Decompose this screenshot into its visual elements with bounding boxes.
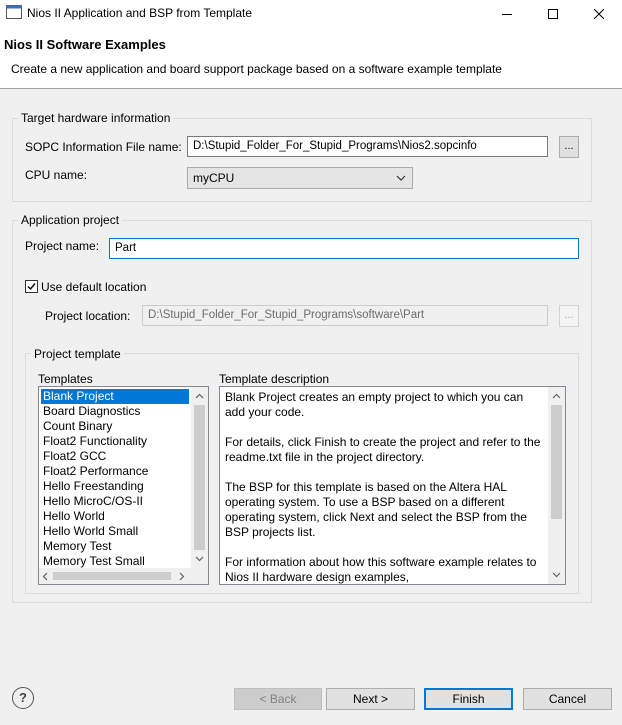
description-line: readme.txt file in the project directory… — [225, 450, 425, 464]
template-list-item[interactable]: Hello MicroC/OS-II — [41, 494, 189, 509]
project-location-input[interactable]: D:\Stupid_Folder_For_Stupid_Programs\sof… — [142, 305, 548, 326]
minimize-icon — [502, 13, 512, 15]
description-line: BSP projects list. — [225, 525, 316, 539]
template-list-item[interactable]: Memory Test Small — [41, 554, 189, 569]
description-line: For details, click Finish to create the … — [225, 435, 541, 449]
description-line: operating system. To use a BSP based on … — [225, 495, 505, 509]
description-line: For information about how this software … — [225, 555, 537, 569]
finish-button[interactable]: Finish — [424, 688, 513, 710]
description-line: Nios II hardware design examples, — [225, 570, 410, 584]
description-vertical-scrollbar[interactable] — [548, 387, 565, 584]
scroll-up-icon[interactable] — [552, 393, 561, 399]
template-list-item[interactable]: Memory Test — [41, 539, 189, 554]
project-template-group-label: Project template — [31, 347, 124, 361]
description-line: operating system, click Next and select … — [225, 510, 527, 524]
app-window-icon — [6, 5, 22, 19]
template-list-item[interactable]: Hello Freestanding — [41, 479, 189, 494]
template-list-item[interactable]: Float2 Functionality — [41, 434, 189, 449]
header-banner: Nios II Software Examples Create a new a… — [0, 27, 622, 89]
templates-label: Templates — [38, 372, 93, 386]
project-location-label: Project location: — [45, 309, 131, 323]
project-name-input[interactable]: Part — [109, 238, 579, 259]
template-list-item[interactable]: Blank Project — [41, 389, 189, 404]
close-icon — [594, 8, 604, 19]
scroll-down-icon[interactable] — [195, 556, 204, 562]
cancel-button[interactable]: Cancel — [523, 688, 612, 710]
window-title: Nios II Application and BSP from Templat… — [27, 6, 253, 20]
back-button[interactable]: < Back — [234, 688, 322, 710]
chevron-down-icon — [396, 175, 406, 181]
use-default-location-checkbox[interactable] — [25, 280, 38, 293]
template-list-item[interactable]: Hello World Small — [41, 524, 189, 539]
templates-vertical-scrollbar[interactable] — [191, 387, 208, 568]
scroll-left-icon[interactable] — [42, 572, 48, 581]
sopc-file-input[interactable]: D:\Stupid_Folder_For_Stupid_Programs\Nio… — [187, 136, 548, 157]
maximize-button[interactable] — [530, 0, 576, 27]
cpu-name-value: myCPU — [193, 171, 235, 185]
checkmark-icon — [27, 283, 36, 291]
sopc-browse-button[interactable]: ... — [559, 136, 579, 158]
template-list-item[interactable]: Board Diagnostics — [41, 404, 189, 419]
description-line: add your code. — [225, 405, 305, 419]
minimize-button[interactable] — [484, 0, 530, 27]
templates-list[interactable]: Blank Project Board Diagnostics Count Bina… — [38, 386, 209, 585]
application-project-group-label: Application project — [18, 213, 123, 227]
template-list-item[interactable]: Count Binary — [41, 419, 189, 434]
close-button[interactable] — [576, 0, 622, 27]
location-browse-button[interactable]: ... — [559, 305, 579, 327]
template-list-item[interactable]: Float2 Performance — [41, 464, 189, 479]
description-line: The BSP for this template is based on th… — [225, 480, 507, 494]
next-button[interactable]: Next > — [326, 688, 415, 710]
help-icon[interactable]: ? — [12, 687, 34, 709]
maximize-icon — [548, 8, 558, 19]
sopc-file-label: SOPC Information File name: — [25, 140, 182, 154]
scroll-up-icon[interactable] — [195, 393, 204, 399]
template-list-item[interactable]: Float2 GCC — [41, 449, 189, 464]
title-bar: Nios II Application and BSP from Templat… — [0, 0, 622, 27]
templates-scroll-thumb[interactable] — [194, 405, 205, 550]
scroll-corner — [191, 568, 208, 584]
description-line: Blank Project creates an empty project t… — [225, 390, 524, 404]
cpu-name-select[interactable]: myCPU — [187, 167, 413, 189]
templates-horizontal-scrollbar[interactable] — [39, 568, 191, 584]
scroll-right-icon[interactable] — [179, 572, 185, 581]
target-hardware-group — [12, 118, 592, 202]
template-description-box[interactable]: Blank Project creates an empty project t… — [219, 386, 566, 585]
description-scroll-thumb[interactable] — [551, 405, 562, 519]
scroll-down-icon[interactable] — [552, 572, 561, 578]
use-default-location-label[interactable]: Use default location — [41, 280, 146, 294]
target-hardware-group-label: Target hardware information — [18, 111, 174, 125]
page-title: Nios II Software Examples — [4, 37, 166, 52]
templates-hscroll-thumb[interactable] — [53, 572, 171, 580]
project-name-label: Project name: — [25, 239, 100, 253]
template-description-label: Template description — [219, 372, 330, 386]
page-description: Create a new application and board suppo… — [11, 62, 502, 76]
cpu-name-label: CPU name: — [25, 168, 88, 182]
template-list-item[interactable]: Hello World — [41, 509, 189, 524]
